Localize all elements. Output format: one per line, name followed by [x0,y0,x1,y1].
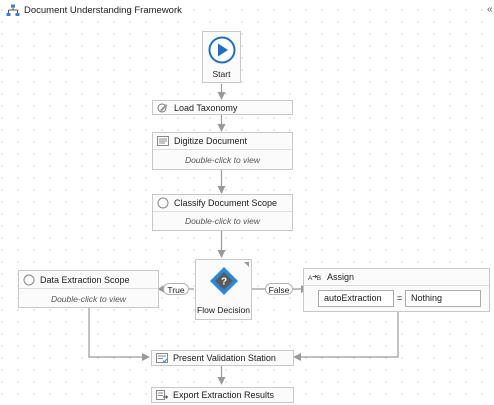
scope-icon [157,197,169,209]
activity-label: Data Extraction Scope [40,274,130,285]
activity-present-validation-station[interactable]: Present Validation Station [151,350,294,366]
assign-to-field[interactable]: autoExtraction [318,290,394,307]
digitize-icon [157,136,169,146]
activity-classify-document-scope[interactable]: Classify Document Scope Double-click to … [152,194,293,231]
svg-text:A: A [308,275,313,282]
scope-icon [23,274,35,285]
decision-label: Flow Decision [197,305,250,315]
activity-data-extraction-scope[interactable]: Data Extraction Scope Double-click to vi… [18,270,159,308]
activity-body-hint: Double-click to view [19,288,158,308]
start-node[interactable]: Start [202,31,241,83]
activity-body-hint: Double-click to view [153,211,292,230]
expand-corner-icon [244,262,249,267]
validation-station-icon [156,353,168,363]
svg-text:?: ? [221,277,227,288]
svg-text:B: B [317,275,321,282]
activity-label: Classify Document Scope [174,198,278,208]
activity-export-extraction-results[interactable]: Export Extraction Results [151,387,294,403]
activity-label: Assign [327,271,355,282]
flow-decision-node[interactable]: ? Flow Decision [195,259,252,320]
activity-label: Load Taxonomy [174,102,238,113]
connector-assign-validation [293,312,399,361]
play-icon [208,36,236,64]
assign-value-field[interactable]: Nothing [405,290,481,307]
activity-assign[interactable]: A B Assign autoExtraction = Nothing [303,268,490,312]
activity-label: Export Extraction Results [173,390,275,400]
false-branch-label: False [265,283,293,295]
connector-extraction-validation [88,308,150,361]
activity-digitize-document[interactable]: Digitize Document Double-click to view [152,132,293,170]
assign-icon: A B [308,274,321,282]
decision-diamond-icon: ? [210,267,238,295]
true-branch-label: True [163,283,189,295]
export-icon [156,390,168,400]
activity-body-hint: Double-click to view [153,149,292,169]
start-label: Start [212,69,231,79]
activity-label: Present Validation Station [173,353,276,363]
activity-load-taxonomy[interactable]: Load Taxonomy [152,100,293,115]
activity-label: Digitize Document [174,136,248,146]
taxonomy-icon [157,103,168,112]
assign-operator: = [397,293,403,303]
